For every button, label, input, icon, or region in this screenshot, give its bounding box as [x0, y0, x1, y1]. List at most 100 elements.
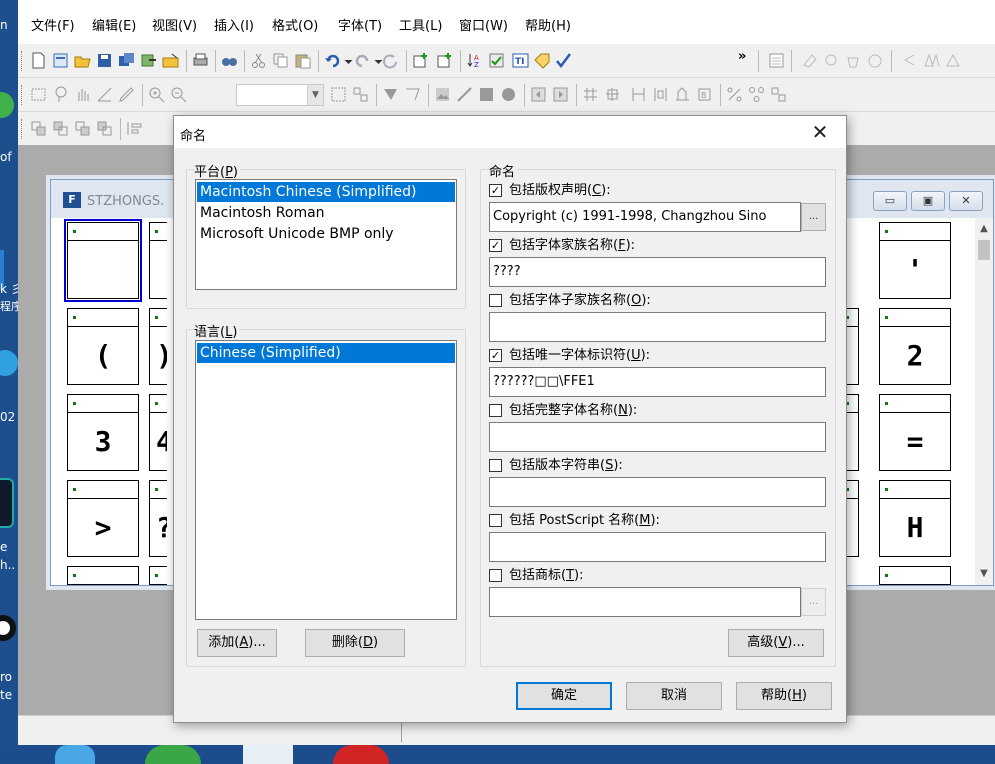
delete-button[interactable]: 删除(D)	[305, 629, 405, 657]
glyph-cell[interactable]	[67, 566, 139, 585]
toolbar-grip[interactable]	[21, 51, 24, 71]
version-field[interactable]	[489, 477, 826, 507]
export-icon[interactable]	[140, 52, 157, 69]
corner-icon[interactable]	[382, 86, 399, 103]
close-icon[interactable]: ✕	[949, 191, 983, 211]
close-icon[interactable]: ✕	[800, 118, 840, 146]
cancel-button[interactable]: 取消	[626, 682, 722, 710]
panel-icon[interactable]	[768, 52, 785, 69]
desktop-app-icon[interactable]	[0, 92, 14, 118]
next-glyph-icon[interactable]	[552, 86, 569, 103]
include-trademark-checkbox[interactable]	[489, 569, 502, 582]
glyph-cell[interactable]: H	[879, 480, 951, 557]
toolbar-grip[interactable]	[21, 85, 24, 105]
language-listbox[interactable]: Chinese (Simplified)	[195, 340, 457, 620]
advanced-button[interactable]: 高级(V)...	[728, 629, 824, 657]
copy-icon[interactable]	[272, 52, 289, 69]
paste-icon[interactable]	[294, 52, 311, 69]
language-item[interactable]: Chinese (Simplified)	[197, 343, 455, 363]
image-icon[interactable]	[434, 86, 451, 103]
glyph-cell[interactable]	[149, 222, 167, 299]
pen-icon[interactable]	[118, 86, 135, 103]
undo-icon[interactable]	[324, 52, 341, 69]
unique-id-field[interactable]: ??????□□\FFE1	[489, 367, 826, 397]
check-icon[interactable]	[555, 52, 572, 69]
include-unique-id-checkbox[interactable]: ✓	[489, 349, 502, 362]
trademark-field[interactable]	[489, 587, 801, 617]
desktop-app-icon[interactable]	[0, 478, 14, 528]
taskbar-app-icon[interactable]	[55, 745, 95, 764]
print-icon[interactable]	[192, 52, 209, 69]
find-icon[interactable]	[221, 52, 238, 69]
copyright-field[interactable]: Copyright (c) 1991-1998, Changzhou Sino	[489, 202, 801, 232]
add-glyph-icon[interactable]	[436, 52, 453, 69]
rectangle-icon[interactable]	[478, 86, 495, 103]
glyph-cell[interactable]: >	[67, 480, 139, 557]
add-button[interactable]: 添加(A)...	[197, 629, 277, 657]
taskbar-app-icon[interactable]	[333, 745, 389, 764]
zoom-combo[interactable]: ▼	[236, 84, 324, 106]
open-project-icon[interactable]	[162, 52, 179, 69]
glyph-cell[interactable]	[149, 566, 167, 585]
taskbar-app-icon[interactable]	[243, 745, 293, 764]
new-font-icon[interactable]	[52, 52, 69, 69]
chevron-down-icon[interactable]: ▼	[307, 85, 323, 105]
lasso-icon[interactable]	[52, 86, 69, 103]
kerning-icon[interactable]	[652, 86, 669, 103]
zoom-in-icon[interactable]	[148, 86, 165, 103]
ok-button[interactable]: 确定	[516, 682, 612, 710]
glyph-scrollbar[interactable]: ▲ ▼	[975, 218, 993, 585]
sparkle-icon[interactable]	[823, 52, 840, 69]
platform-item[interactable]: Microsoft Unicode BMP only	[197, 224, 455, 244]
desktop-app-icon[interactable]	[0, 350, 18, 376]
subfamily-name-field[interactable]	[489, 312, 826, 342]
redo-icon[interactable]	[354, 52, 371, 69]
text-tool-icon[interactable]: TI	[512, 52, 529, 69]
full-name-field[interactable]	[489, 422, 826, 452]
percent-icon[interactable]	[726, 86, 743, 103]
menu-insert[interactable]: 插入(I)	[214, 15, 254, 34]
glyph-cell[interactable]: (	[67, 308, 139, 385]
platform-item[interactable]: Macintosh Roman	[197, 203, 455, 223]
platform-item[interactable]: Macintosh Chinese (Simplified)	[197, 182, 455, 202]
line-icon[interactable]	[456, 86, 473, 103]
select-rect-icon[interactable]	[30, 86, 47, 103]
new-file-icon[interactable]	[30, 52, 47, 69]
maximize-icon[interactable]: ▣	[911, 191, 945, 211]
sort-icon[interactable]: AZ	[466, 52, 483, 69]
repeat-icon[interactable]	[382, 52, 399, 69]
undo-dropdown-icon[interactable]	[340, 52, 353, 69]
include-subfamily-checkbox[interactable]	[489, 294, 502, 307]
metrics-icon[interactable]	[630, 86, 647, 103]
distribute-icon[interactable]	[126, 120, 143, 137]
menu-view[interactable]: 视图(V)	[152, 15, 197, 34]
taskbar-app-icon[interactable]	[145, 745, 201, 764]
platform-listbox[interactable]: Macintosh Chinese (Simplified) Macintosh…	[195, 179, 457, 290]
open-folder-icon[interactable]	[74, 52, 91, 69]
align-4-icon[interactable]	[96, 120, 113, 137]
bitmap-icon[interactable]: B	[696, 86, 713, 103]
align-3-icon[interactable]	[74, 120, 91, 137]
redo-dropdown-icon[interactable]	[370, 52, 383, 69]
node-icon[interactable]	[404, 86, 421, 103]
minimize-icon[interactable]: ▭	[873, 191, 907, 211]
grid-select-icon[interactable]	[352, 86, 369, 103]
glyph-cell[interactable]: 2	[879, 308, 951, 385]
zoom-out-icon[interactable]	[170, 86, 187, 103]
help-button[interactable]: 帮助(H)	[736, 682, 832, 710]
glyph-cell[interactable]: =	[879, 394, 951, 471]
menu-format[interactable]: 格式(O)	[272, 15, 318, 34]
scroll-up-icon[interactable]: ▲	[975, 220, 993, 238]
glyph-cell[interactable]: ?	[149, 480, 167, 557]
menu-window[interactable]: 窗口(W)	[459, 15, 508, 34]
insert-glyph-icon[interactable]	[412, 52, 429, 69]
align-icon[interactable]	[30, 120, 47, 137]
shapes-icon[interactable]	[923, 52, 940, 69]
scroll-down-icon[interactable]: ▼	[975, 565, 993, 583]
dialog-titlebar[interactable]: 命名 ✕	[174, 116, 846, 148]
save-icon[interactable]	[96, 52, 113, 69]
bucket-icon[interactable]	[845, 52, 862, 69]
glyph-cell[interactable]: '	[879, 222, 951, 299]
grid-icon[interactable]	[330, 86, 347, 103]
family-name-field[interactable]: ????	[489, 257, 826, 287]
